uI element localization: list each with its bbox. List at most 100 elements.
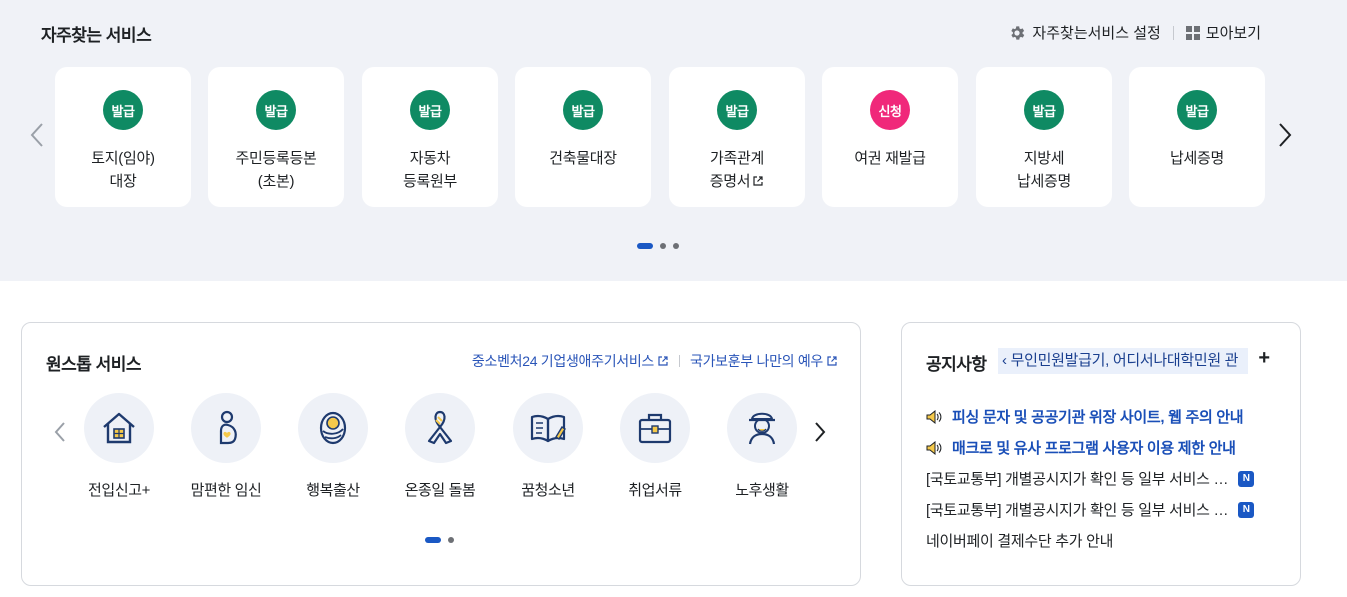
notice-item-text: [국토교통부] 개별공시지가 확인 등 일부 서비스 …	[926, 502, 1229, 519]
onestop-next-button[interactable]	[814, 421, 826, 443]
divider	[679, 355, 681, 367]
frequent-services-actions: 자주찾는서비스 설정 모아보기	[1008, 22, 1261, 43]
notice-item[interactable]: [국토교통부] 개별공시지가 확인 등 일부 서비스 … N	[926, 494, 1286, 525]
onestop-item-youth[interactable]: 꿈청소년	[498, 393, 598, 503]
frequent-services-section: 자주찾는 서비스 자주찾는서비스 설정 모아보기 발급 토지(임야) 대장 발급…	[0, 0, 1347, 281]
chevron-left-icon	[54, 422, 65, 442]
label-line-1: 지방세	[1023, 150, 1065, 167]
chevron-right-icon	[1279, 123, 1292, 147]
carousel-prev-button[interactable]	[30, 122, 44, 148]
house-icon	[84, 393, 154, 463]
service-card-resident-register[interactable]: 발급 주민등록등본 (초본)	[208, 67, 344, 207]
pagination-dot[interactable]	[660, 243, 666, 249]
onestop-item-pregnancy[interactable]: 맘편한 임신	[176, 393, 276, 503]
chevron-left-icon: ‹	[1002, 352, 1011, 369]
onestop-item-birth[interactable]: 행복출산	[283, 393, 383, 503]
label-line-2: (초본)	[257, 173, 295, 190]
briefcase-icon	[620, 393, 690, 463]
label-line-2: 증명서	[709, 173, 751, 190]
frequent-services-title: 자주찾는 서비스	[41, 26, 152, 45]
notice-list: 피싱 문자 및 공공기관 위장 사이트, 웹 주의 안내 매크로 및 유사 프로…	[926, 401, 1286, 556]
issue-badge: 발급	[256, 90, 296, 130]
label-line-1: 건축물대장	[549, 150, 617, 167]
veterans-link[interactable]: 국가보훈부 나만의 예우	[690, 351, 838, 371]
notice-item-text: [국토교통부] 개별공시지가 확인 등 일부 서비스 …	[926, 471, 1229, 488]
book-icon	[513, 393, 583, 463]
issue-badge: 발급	[1024, 90, 1064, 130]
notice-item[interactable]: [국토교통부] 개별공시지가 확인 등 일부 서비스 … N	[926, 463, 1286, 494]
service-card-vehicle-register[interactable]: 발급 자동차 등록원부	[362, 67, 498, 207]
notice-panel: 공지사항 ‹ 무인민원발급기, 어디서나대학민원 관 + 피싱 문자 및 공공기…	[901, 322, 1301, 586]
frequent-settings-label: 자주찾는서비스 설정	[1032, 25, 1161, 42]
speaker-icon	[926, 440, 942, 455]
service-card-building-register[interactable]: 발급 건축물대장	[515, 67, 651, 207]
service-card-label: 주민등록등본 (초본)	[208, 147, 344, 193]
label-line-2: 대장	[109, 173, 137, 190]
gear-icon	[1008, 24, 1026, 42]
label-line-1: 주민등록등본	[235, 150, 317, 167]
notice-item[interactable]: 네이버페이 결제수단 추가 안내	[926, 525, 1286, 556]
new-badge: N	[1238, 501, 1255, 518]
speaker-icon	[926, 409, 942, 424]
onestop-item-label: 꿈청소년	[521, 482, 575, 499]
issue-badge: 발급	[563, 90, 603, 130]
service-card-label: 여권 재발급	[822, 147, 958, 170]
onestop-item-label: 온종일 돌봄	[404, 482, 476, 499]
service-card-label: 가족관계 증명서	[669, 147, 805, 193]
notice-ticker[interactable]: ‹ 무인민원발급기, 어디서나대학민원 관	[998, 348, 1248, 374]
external-link-icon	[753, 176, 763, 186]
service-card-land-register[interactable]: 발급 토지(임야) 대장	[55, 67, 191, 207]
onestop-prev-button[interactable]	[54, 421, 66, 443]
notice-highlight-item[interactable]: 매크로 및 유사 프로그램 사용자 이용 제한 안내	[926, 432, 1286, 463]
notice-item-text: 네이버페이 결제수단 추가 안내	[926, 533, 1114, 550]
chevron-left-icon	[30, 123, 43, 147]
pagination-dot-active[interactable]	[637, 243, 653, 249]
onestop-item-label: 취업서류	[628, 482, 682, 499]
onestop-item-daycare[interactable]: 온종일 돌봄	[390, 393, 490, 503]
external-link-icon	[827, 356, 837, 366]
service-card-passport-reissue[interactable]: 신청 여권 재발급	[822, 67, 958, 207]
onestop-item-job-documents[interactable]: 취업서류	[605, 393, 705, 503]
onestop-item-label: 노후생활	[735, 482, 789, 499]
sme24-link-label: 중소벤처24 기업생애주기서비스	[471, 353, 655, 369]
label-line-2: 납세증명	[1016, 173, 1071, 190]
pagination-dot[interactable]	[448, 537, 454, 543]
divider	[1172, 25, 1174, 40]
notice-highlight-item[interactable]: 피싱 문자 및 공공기관 위장 사이트, 웹 주의 안내	[926, 401, 1286, 432]
service-card-tax-certificate[interactable]: 발급 납세증명	[1129, 67, 1265, 207]
onestop-item-retirement[interactable]: 노후생활	[712, 393, 812, 503]
elder-icon	[727, 393, 797, 463]
onestop-item-label: 전입신고+	[88, 482, 150, 499]
carousel-next-button[interactable]	[1278, 122, 1292, 148]
onestop-item-move-in[interactable]: 전입신고+	[69, 393, 169, 503]
onestop-title: 원스톱 서비스	[46, 355, 142, 374]
carousel-pagination	[637, 243, 679, 249]
pregnancy-icon	[191, 393, 261, 463]
notice-more-button[interactable]: +	[1258, 347, 1270, 370]
sme24-link[interactable]: 중소벤처24 기업생애주기서비스	[472, 351, 669, 371]
pagination-dot[interactable]	[673, 243, 679, 249]
pagination-dot-active[interactable]	[425, 537, 441, 543]
notice-title: 공지사항	[926, 355, 987, 374]
service-card-local-tax-certificate[interactable]: 발급 지방세 납세증명	[976, 67, 1112, 207]
service-card-label: 건축물대장	[515, 147, 651, 170]
onestop-links: 중소벤처24 기업생애주기서비스 국가보훈부 나만의 예우	[472, 351, 838, 371]
frequent-settings-button[interactable]: 자주찾는서비스 설정	[1008, 22, 1161, 43]
service-card-label: 토지(임야) 대장	[55, 147, 191, 193]
onestop-item-label: 행복출산	[306, 482, 360, 499]
notice-ticker-text: 무인민원발급기, 어디서나대학민원 관	[1010, 352, 1239, 369]
service-card-family-certificate[interactable]: 발급 가족관계 증명서	[669, 67, 805, 207]
onestop-pagination	[425, 537, 454, 543]
view-all-button[interactable]: 모아보기	[1185, 22, 1261, 43]
view-all-label: 모아보기	[1205, 25, 1261, 42]
veterans-link-label: 국가보훈부 나만의 예우	[690, 353, 823, 369]
label-line-1: 토지(임야)	[91, 150, 155, 167]
label-line-1: 납세증명	[1169, 150, 1224, 167]
notice-highlight-text: 피싱 문자 및 공공기관 위장 사이트, 웹 주의 안내	[952, 409, 1244, 426]
issue-badge: 발급	[410, 90, 450, 130]
external-link-icon	[658, 356, 668, 366]
label-line-1: 여권 재발급	[854, 150, 926, 167]
issue-badge: 발급	[1177, 90, 1217, 130]
issue-badge: 발급	[103, 90, 143, 130]
apply-badge: 신청	[870, 90, 910, 130]
